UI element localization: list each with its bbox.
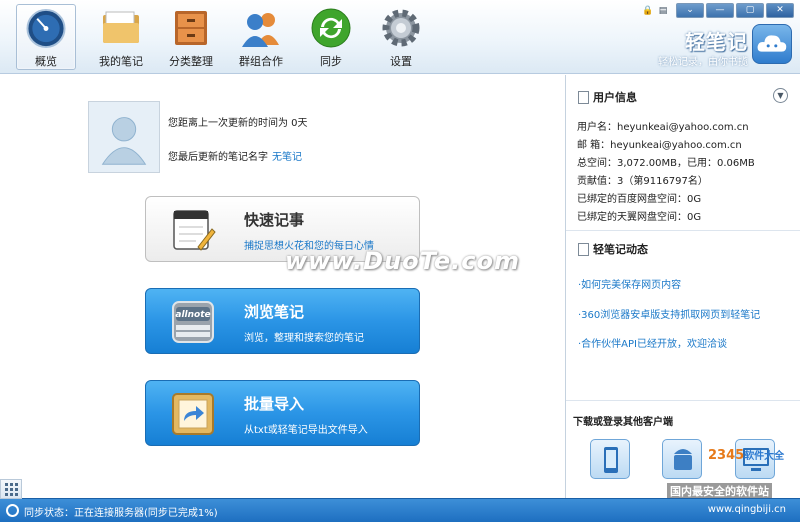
brand-name: 轻笔记 (685, 30, 748, 54)
news-link[interactable]: ·如何完美保存网页内容 (578, 276, 681, 291)
toolbar-sync-button[interactable]: 同步 (296, 4, 366, 70)
news-link[interactable]: ·360浏览器安卓版支持抓取网页到轻笔记 (578, 306, 760, 321)
notepad-pencil-icon (173, 210, 216, 251)
user-info-line: 已绑定的百度网盘空间：0G (577, 194, 702, 205)
status-bar: 同步状态：正在连接服务器(同步已完成1%) www.qingbiji.cn (0, 479, 800, 522)
batch-import-button[interactable]: 批量导入 从txt或轻笔记导出文件导入 (145, 380, 420, 446)
overview-panel: 您距离上一次更新的时间为 0天 您最后更新的笔记名字 无笔记 快速记事 捕捉思想火… (0, 75, 565, 498)
user-info-line: 已绑定的天翼网盘空间：0G (577, 212, 702, 223)
toolbar-my-notes-button[interactable]: 我的笔记 (86, 4, 156, 70)
user-info-line: 贡献值：3（第9116797名） (577, 176, 708, 187)
sync-icon (311, 8, 351, 48)
site-logo: 2345软件大全 (708, 447, 784, 463)
grid-icon (5, 483, 18, 496)
user-info-line: 邮 箱：heyunkeai@yahoo.com.cn (577, 140, 742, 151)
main-toolbar: 概览 我的笔记 分类整理 群组合作 同步 设置 (16, 4, 436, 70)
toolbar-label: 群组合作 (239, 55, 283, 68)
import-arrow-icon (172, 393, 214, 435)
user-info-line: 用户名：heyunkeai@yahoo.com.cn (577, 122, 749, 133)
browse-notes-title: 浏览笔记 (244, 303, 305, 321)
batch-import-subtitle: 从txt或轻笔记导出文件导入 (244, 425, 368, 436)
download-title: 下载或登录其他客户端 (573, 417, 673, 428)
divider (566, 230, 800, 231)
news-link[interactable]: ·合作伙伴API已经开放，欢迎洽谈 (578, 335, 727, 350)
watermark-text: www.DuoTe.com (285, 247, 520, 275)
toolbar-group-button[interactable]: 群组合作 (226, 4, 296, 70)
grid-menu-button[interactable] (0, 479, 22, 499)
toolbar-categorize-button[interactable]: 分类整理 (156, 4, 226, 70)
folder-icon (103, 11, 139, 43)
divider (566, 400, 800, 401)
site-badge: 国内最安全的软件站 (667, 483, 772, 499)
toolbar-label: 同步 (320, 55, 342, 68)
site-logo-text: 软件大全 (744, 451, 785, 462)
quick-note-title: 快速记事 (244, 211, 305, 229)
right-sidebar: 用户信息 ▼ 用户名：heyunkeai@yahoo.com.cn 邮 箱：he… (565, 75, 800, 499)
site-logo-number: 2345 (708, 448, 745, 463)
phone-icon (604, 447, 618, 473)
cloud-logo-icon (752, 24, 792, 64)
toolbar-settings-button[interactable]: 设置 (366, 4, 436, 70)
last-note-link[interactable]: 无笔记 (272, 152, 302, 163)
browse-notes-subtitle: 浏览，整理和搜索您的笔记 (244, 333, 364, 344)
last-note-label: 您最后更新的笔记名字 (168, 152, 268, 163)
android-client-button[interactable] (662, 439, 702, 479)
avatar (88, 101, 160, 173)
dropdown-menu-button[interactable]: ⌄ (676, 3, 704, 18)
last-note-line: 您最后更新的笔记名字 无笔记 (168, 148, 302, 163)
allnote-icon-text: allnote (175, 310, 210, 320)
batch-import-title: 批量导入 (244, 395, 305, 413)
drawer-cabinet-icon (175, 11, 207, 45)
user-info-line: 总空间：3,072.00MB，已用：0.06MB (577, 158, 755, 169)
close-button[interactable]: ✕ (766, 3, 794, 18)
minimize-button[interactable]: — (706, 3, 734, 18)
lock-icon[interactable]: 🔒 (642, 5, 653, 17)
skin-icon[interactable]: ▤ (658, 5, 668, 17)
collapse-chevron-icon[interactable]: ▼ (773, 88, 788, 103)
news-title: 轻笔记动态 (593, 243, 648, 256)
maximize-button[interactable]: ▢ (736, 3, 764, 18)
group-users-icon (242, 13, 279, 47)
toolbar-label: 设置 (390, 55, 412, 68)
news-header: 轻笔记动态 (578, 241, 648, 257)
top-toolbar: 概览 我的笔记 分类整理 群组合作 同步 设置 🔒 ▤ ⌄ — ▢ ✕ 轻笔记 … (0, 0, 800, 74)
toolbar-label: 我的笔记 (99, 55, 143, 68)
last-update-time: 您距离上一次更新的时间为 0天 (168, 118, 308, 129)
allnote-icon: allnote (172, 301, 214, 343)
browse-notes-button[interactable]: allnote 浏览笔记 浏览，整理和搜索您的笔记 (145, 288, 420, 354)
dashboard-icon (26, 8, 66, 49)
toolbar-label: 概览 (35, 55, 57, 68)
window-controls: 🔒 ▤ ⌄ — ▢ ✕ (642, 3, 794, 18)
toolbar-label: 分类整理 (169, 55, 213, 68)
robot-icon (674, 449, 692, 470)
document-icon (578, 90, 589, 104)
user-info-header: 用户信息 (578, 89, 637, 105)
website-link[interactable]: www.qingbiji.cn (708, 504, 786, 515)
user-info-title: 用户信息 (593, 91, 637, 104)
gear-icon (382, 9, 420, 47)
brand: 轻笔记 轻松记录，由你书揽 (658, 26, 748, 68)
brand-slogan: 轻松记录，由你书揽 (658, 57, 748, 68)
document-icon (578, 242, 589, 256)
sync-status-text: 同步状态：正在连接服务器(同步已完成1%) (24, 508, 218, 519)
clock-icon (6, 504, 19, 517)
mobile-client-button[interactable] (590, 439, 630, 479)
toolbar-overview-button[interactable]: 概览 (16, 4, 76, 70)
